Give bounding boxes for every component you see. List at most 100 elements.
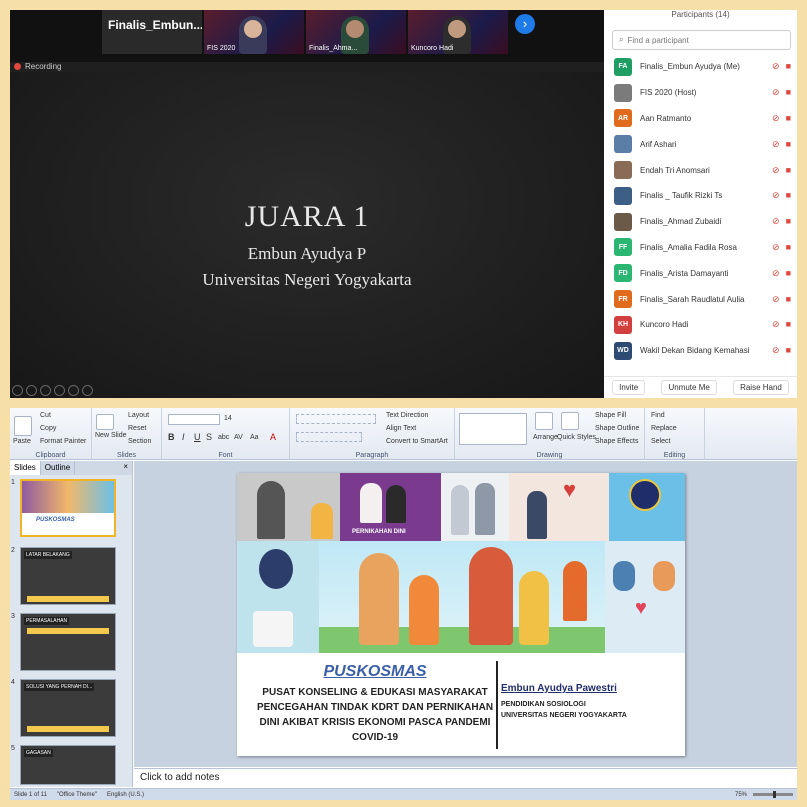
reset-button[interactable]: Reset [128, 425, 146, 432]
list-buttons[interactable] [296, 414, 376, 424]
camera-off-icon[interactable]: ■ [786, 345, 791, 356]
new-slide-icon[interactable] [96, 414, 114, 430]
participant-row[interactable]: FR Finalis_Sarah Raudlatul Aulia ⊘ ■ [604, 286, 797, 312]
camera-off-icon[interactable]: ■ [786, 294, 791, 305]
participant-row[interactable]: FF Finalis_Amalia Fadila Rosa ⊘ ■ [604, 235, 797, 261]
font-size-box[interactable]: 14 [224, 415, 232, 422]
layout-button[interactable]: Layout [128, 412, 149, 419]
arrange-icon[interactable] [535, 412, 553, 430]
camera-off-icon[interactable]: ■ [786, 319, 791, 330]
cut-button[interactable]: Cut [40, 412, 51, 419]
camera-off-icon[interactable]: ■ [786, 139, 791, 150]
tab-outline[interactable]: Outline [41, 461, 76, 475]
arrange-button[interactable]: Arrange [533, 434, 558, 441]
mic-muted-icon[interactable]: ⊘ [772, 294, 780, 305]
align-text-button[interactable]: Align Text [386, 425, 416, 432]
mic-muted-icon[interactable]: ⊘ [772, 113, 780, 124]
slide-thumbnail[interactable]: LATAR BELAKANG [20, 547, 116, 605]
video-tile[interactable]: Finalis_Ahma... [306, 10, 406, 54]
copy-button[interactable]: Copy [40, 425, 56, 432]
bold-button[interactable]: B [168, 432, 175, 442]
paste-icon[interactable] [14, 416, 32, 436]
camera-off-icon[interactable]: ■ [786, 242, 791, 253]
camera-off-icon[interactable]: ■ [786, 87, 791, 98]
section-button[interactable]: Section [128, 438, 151, 445]
camera-off-icon[interactable]: ■ [786, 113, 791, 124]
mic-muted-icon[interactable]: ⊘ [772, 319, 780, 330]
play-icon[interactable] [26, 385, 37, 396]
participant-row[interactable]: FA Finalis_Embun Ayudya (Me) ⊘ ■ [604, 54, 797, 80]
unmute-button[interactable]: Unmute Me [661, 380, 717, 395]
camera-off-icon[interactable]: ■ [786, 61, 791, 72]
mic-muted-icon[interactable]: ⊘ [772, 268, 780, 279]
participant-row[interactable]: WD Wakil Dekan Bidang Kemahasis... ⊘ ■ [604, 338, 797, 364]
format-painter-button[interactable]: Format Painter [40, 438, 86, 445]
convert-smartart-button[interactable]: Convert to SmartArt [386, 438, 448, 445]
slide-thumbnail[interactable]: PUSKOSMAS [20, 479, 116, 537]
zoom-slider[interactable] [753, 791, 793, 798]
self-video-tile[interactable]: Finalis_Embun... [102, 10, 202, 54]
video-tile[interactable]: Kuncoro Hadi [408, 10, 508, 54]
shape-outline-button[interactable]: Shape Outline [595, 425, 639, 432]
zoom-level[interactable]: 75% [735, 792, 747, 798]
text-direction-button[interactable]: Text Direction [386, 412, 428, 419]
new-slide-button[interactable]: New Slide [95, 432, 127, 439]
tab-slides[interactable]: Slides [10, 461, 41, 475]
camera-off-icon[interactable]: ■ [786, 165, 791, 176]
next-page-arrow-icon[interactable]: › [515, 14, 535, 34]
video-tile[interactable]: FIS 2020 [204, 10, 304, 54]
close-icon[interactable]: × [119, 461, 132, 475]
italic-button[interactable]: I [182, 432, 185, 442]
participant-row[interactable]: FD Finalis_Arista Damayanti ⊘ ■ [604, 260, 797, 286]
participant-row[interactable]: Endah Tri Anomsari ⊘ ■ [604, 157, 797, 183]
notes-pane[interactable]: Click to add notes [134, 768, 797, 788]
prev-icon[interactable] [12, 385, 23, 396]
invite-button[interactable]: Invite [612, 380, 646, 395]
mic-muted-icon[interactable]: ⊘ [772, 242, 780, 253]
quick-styles-button[interactable]: Quick Styles [557, 434, 596, 441]
participant-row[interactable]: Finalis _ Taufik Rizki Ts ⊘ ■ [604, 183, 797, 209]
participant-search[interactable]: ⌕ Find a participant [612, 30, 791, 50]
underline-button[interactable]: U [194, 432, 201, 442]
slide-thumbnail[interactable]: SOLUSI YANG PERNAH DI... [20, 679, 116, 737]
mic-muted-icon[interactable]: ⊘ [772, 216, 780, 227]
more-icon[interactable] [82, 385, 93, 396]
paste-button[interactable]: Paste [13, 438, 31, 445]
camera-off-icon[interactable]: ■ [786, 216, 791, 227]
slide-thumbnail[interactable]: GAGASAN [20, 745, 116, 785]
participant-row[interactable]: FIS 2020 (Host) ⊘ ■ [604, 80, 797, 106]
find-button[interactable]: Find [651, 412, 665, 419]
slides-icon[interactable] [54, 385, 65, 396]
select-button[interactable]: Select [651, 438, 670, 445]
strikethrough-button[interactable]: abc [218, 434, 229, 441]
char-spacing-button[interactable]: AV [234, 434, 243, 441]
participant-row[interactable]: KH Kuncoro Hadi ⊘ ■ [604, 312, 797, 338]
shadow-button[interactable]: S [206, 432, 212, 442]
participant-row[interactable]: Finalis_Ahmad Zubaidi ⊘ ■ [604, 209, 797, 235]
pen-icon[interactable] [40, 385, 51, 396]
font-color-button[interactable]: A [270, 432, 276, 442]
raise-hand-button[interactable]: Raise Hand [733, 380, 789, 395]
camera-off-icon[interactable]: ■ [786, 268, 791, 279]
language[interactable]: English (U.S.) [107, 792, 144, 798]
font-name-box[interactable] [168, 414, 220, 425]
mic-muted-icon[interactable]: ⊘ [772, 165, 780, 176]
participant-row[interactable]: AR Aan Ratmanto ⊘ ■ [604, 106, 797, 132]
slide-thumbnail[interactable]: PERMASALAHAN [20, 613, 116, 671]
mic-muted-icon[interactable]: ⊘ [772, 61, 780, 72]
shape-effects-button[interactable]: Shape Effects [595, 438, 638, 445]
change-case-button[interactable]: Aa [250, 434, 259, 441]
align-buttons[interactable] [296, 432, 362, 442]
shapes-gallery[interactable] [459, 413, 527, 445]
shape-fill-button[interactable]: Shape Fill [595, 412, 626, 419]
replace-button[interactable]: Replace [651, 425, 677, 432]
mic-muted-icon[interactable]: ⊘ [772, 345, 780, 356]
mic-muted-icon[interactable]: ⊘ [772, 139, 780, 150]
current-slide[interactable]: PERNIKAHAN DINI ♥ ♥ PUSKOSMAS PUSAT KONS… [237, 473, 685, 756]
participant-row[interactable]: Arif Ashari ⊘ ■ [604, 131, 797, 157]
camera-off-icon[interactable]: ■ [786, 190, 791, 201]
mic-muted-icon[interactable]: ⊘ [772, 87, 780, 98]
quick-styles-icon[interactable] [561, 412, 579, 430]
zoom-icon[interactable] [68, 385, 79, 396]
mic-muted-icon[interactable]: ⊘ [772, 190, 780, 201]
